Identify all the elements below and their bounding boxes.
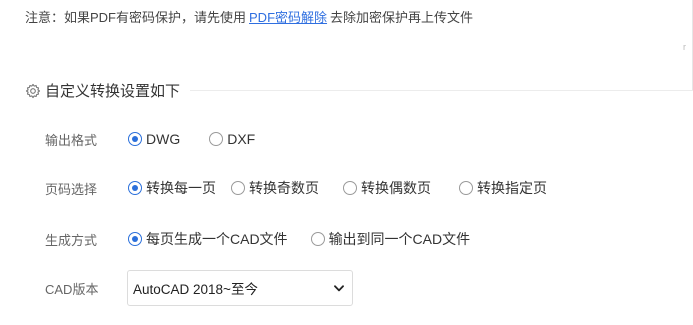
radio-dot-icon[interactable] — [459, 181, 473, 195]
radio-label: 转换每一页 — [146, 180, 216, 196]
page-selection-label: 页码选择 — [45, 181, 98, 197]
output-format-options: DWG DXF — [128, 131, 255, 147]
radio-odd-pages[interactable]: 转换奇数页 — [231, 178, 319, 198]
radio-label: 输出到同一个CAD文件 — [328, 231, 471, 247]
radio-label: 转换指定页 — [477, 180, 547, 196]
page-selection-options: 转换每一页 转换奇数页 转换偶数页 转换指定页 — [128, 178, 547, 198]
cad-version-select[interactable]: AutoCAD 2018~至今 — [127, 270, 353, 306]
radio-format-dwg[interactable]: DWG — [128, 131, 180, 147]
section-divider — [190, 90, 693, 91]
pdf-password-removal-link[interactable]: PDF密码解除 — [249, 10, 327, 25]
radio-dot-icon[interactable] — [128, 232, 142, 246]
generation-mode-options: 每页生成一个CAD文件 输出到同一个CAD文件 — [128, 229, 470, 249]
radio-format-dxf[interactable]: DXF — [209, 131, 255, 147]
notice-prefix: 注意：如果PDF有密码保护，请先使用 — [25, 10, 247, 25]
radio-dot-icon[interactable] — [128, 181, 142, 195]
radio-one-file-per-page[interactable]: 每页生成一个CAD文件 — [128, 229, 288, 249]
radio-dot-icon[interactable] — [343, 181, 357, 195]
notice-suffix: 去除加密保护再上传文件 — [330, 10, 474, 25]
radio-dot-icon[interactable] — [310, 232, 325, 246]
generation-mode-label: 生成方式 — [45, 232, 98, 248]
settings-title: 自定义转换设置如下 — [45, 83, 181, 100]
password-notice: 注意：如果PDF有密码保护，请先使用 PDF密码解除 去除加密保护再上传文件 — [25, 7, 473, 26]
radio-label: 转换偶数页 — [361, 180, 431, 196]
radio-single-file[interactable]: 输出到同一个CAD文件 — [310, 229, 471, 249]
radio-even-pages[interactable]: 转换偶数页 — [343, 178, 431, 198]
radio-dot-icon[interactable] — [231, 181, 245, 195]
radio-label: 转换奇数页 — [249, 180, 319, 196]
radio-every-page[interactable]: 转换每一页 — [128, 178, 216, 198]
settings-header: 自定义转换设置如下 — [25, 80, 180, 101]
edge-mark: r — [683, 42, 686, 52]
radio-label: DXF — [227, 131, 256, 147]
gear-icon — [25, 83, 41, 98]
chevron-down-icon — [334, 284, 344, 291]
conversion-settings-page: 注意：如果PDF有密码保护，请先使用 PDF密码解除 去除加密保护再上传文件 r 自… — [0, 0, 693, 325]
radio-specified-pages[interactable]: 转换指定页 — [459, 178, 547, 198]
output-format-label: 输出格式 — [45, 132, 98, 148]
radio-label: 每页生成一个CAD文件 — [146, 231, 288, 247]
radio-dot-icon[interactable] — [209, 132, 224, 146]
cad-version-value: AutoCAD 2018~至今 — [133, 282, 258, 297]
radio-dot-icon[interactable] — [128, 132, 142, 146]
radio-label: DWG — [146, 131, 181, 147]
cad-version-label: CAD版本 — [45, 281, 99, 297]
